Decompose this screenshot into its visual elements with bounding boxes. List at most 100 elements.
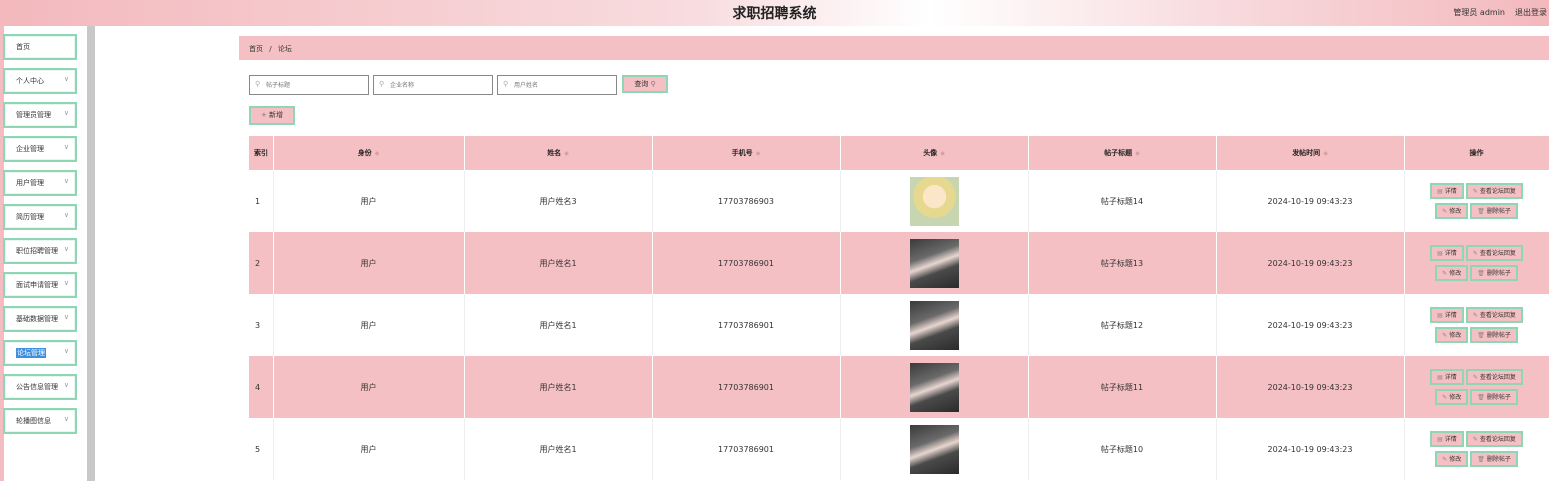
avatar[interactable] xyxy=(909,362,959,412)
detail-button[interactable]: ▤ 详情 xyxy=(1430,431,1464,447)
cell-title: 帖子标题14 xyxy=(1028,170,1217,232)
cell-time: 2024-10-19 09:43:23 xyxy=(1216,294,1405,356)
view-replies-button[interactable]: ✎ 查看论坛回复 xyxy=(1465,183,1523,199)
chevron-down-icon: ∨ xyxy=(63,211,69,219)
title-search-input[interactable] xyxy=(264,78,358,93)
edit-button[interactable]: ✎ 修改 xyxy=(1435,265,1469,281)
chevron-down-icon: ∨ xyxy=(63,245,69,253)
edit-button[interactable]: ✎ 修改 xyxy=(1435,327,1469,343)
cell-phone: 17703786903 xyxy=(652,170,841,232)
sidebar-item[interactable]: 用户管理 ∨ xyxy=(3,170,77,196)
column-header-role[interactable]: 身份 ◆ xyxy=(273,136,465,170)
detail-button[interactable]: ▤ 详情 xyxy=(1430,307,1464,323)
column-header-time[interactable]: 发帖时间 ◆ xyxy=(1216,136,1405,170)
sidebar-item[interactable]: 企业管理 ∨ xyxy=(3,136,77,162)
plus-icon: + xyxy=(260,111,267,119)
edit-button[interactable]: ✎ 修改 xyxy=(1435,203,1469,219)
breadcrumb-home[interactable]: 首页 xyxy=(249,45,263,53)
view-replies-button[interactable]: ✎ 查看论坛回复 xyxy=(1465,369,1523,385)
sort-icon: ◆ xyxy=(564,150,569,157)
cell-name: 用户姓名1 xyxy=(464,418,653,480)
column-header-phone[interactable]: 手机号 ◆ xyxy=(652,136,841,170)
pencil-icon: ✎ xyxy=(1442,394,1448,401)
delete-button[interactable]: 🗑 删除帖子 xyxy=(1470,389,1518,405)
chevron-down-icon: ∨ xyxy=(63,381,69,389)
sidebar-item[interactable]: 职位招聘管理 ∨ xyxy=(3,238,77,264)
detail-label: 详情 xyxy=(1444,250,1457,257)
sidebar-item-label: 管理员管理 xyxy=(16,111,51,119)
sort-icon: ◆ xyxy=(374,150,380,157)
logout-link[interactable]: 退出登录 xyxy=(1515,7,1547,18)
avatar[interactable] xyxy=(909,424,959,474)
company-search-input[interactable] xyxy=(388,78,482,93)
delete-button[interactable]: 🗑 删除帖子 xyxy=(1470,265,1518,281)
company-search-field[interactable]: ⚲ xyxy=(373,75,493,95)
cell-avatar xyxy=(840,232,1029,294)
avatar[interactable] xyxy=(909,300,959,350)
table-row: 5 用户 用户姓名1 17703786901 帖子标题10 2024-10-19 09:4… xyxy=(249,418,1549,480)
edit-button[interactable]: ✎ 修改 xyxy=(1435,389,1469,405)
sidebar-item[interactable]: 公告信息管理 ∨ xyxy=(3,374,77,400)
column-header-name[interactable]: 姓名 ◆ xyxy=(464,136,653,170)
title-search-field[interactable]: ⚲ xyxy=(249,75,369,95)
sidebar-item-label: 基础数据管理 xyxy=(16,315,58,323)
user-search-field[interactable]: ⚲ xyxy=(497,75,617,95)
document-icon: ▤ xyxy=(1437,374,1443,381)
sidebar-item-label: 轮播图信息 xyxy=(16,417,51,425)
sidebar-item-label: 简历管理 xyxy=(16,213,44,221)
breadcrumb: 首页 / 论坛 xyxy=(249,44,292,54)
view-replies-label: 查看论坛回复 xyxy=(1479,250,1516,257)
user-search-input[interactable] xyxy=(512,78,606,93)
sidebar-item-label: 面试申请管理 xyxy=(16,281,58,289)
detail-button[interactable]: ▤ 详情 xyxy=(1430,369,1464,385)
cell-actions: ▤ 详情 ✎ 查看论坛回复✎ 修改 🗑 删除帖子 xyxy=(1404,418,1549,480)
avatar[interactable] xyxy=(909,176,959,226)
column-header-index[interactable]: 索引 xyxy=(249,136,274,170)
table-row: 1 用户 用户姓名3 17703786903 帖子标题14 2024-10-19 09:4… xyxy=(249,170,1549,232)
chevron-down-icon: ∨ xyxy=(63,415,69,423)
cell-time: 2024-10-19 09:43:23 xyxy=(1216,356,1405,418)
query-button[interactable]: 查询 ⚲ xyxy=(622,75,668,93)
sort-icon: ◆ xyxy=(940,150,945,157)
cell-role: 用户 xyxy=(273,356,465,418)
view-replies-button[interactable]: ✎ 查看论坛回复 xyxy=(1465,431,1523,447)
detail-label: 详情 xyxy=(1444,312,1457,319)
edit-button[interactable]: ✎ 修改 xyxy=(1435,451,1469,467)
detail-button[interactable]: ▤ 详情 xyxy=(1430,183,1464,199)
sidebar: 首页 个人中心 ∨ 管理员管理 ∨ 企业管理 ∨ 用户管理 ∨ 简历管理 ∨ 职位招聘管理 ∨ 面试申请管… xyxy=(0,26,96,481)
edit-label: 修改 xyxy=(1449,332,1462,339)
sidebar-item[interactable]: 轮播图信息 ∨ xyxy=(3,408,77,434)
avatar[interactable] xyxy=(909,238,959,288)
search-icon: ⚲ xyxy=(255,80,261,88)
delete-button[interactable]: 🗑 删除帖子 xyxy=(1470,451,1518,467)
sidebar-item[interactable]: 管理员管理 ∨ xyxy=(3,102,77,128)
view-replies-button[interactable]: ✎ 查看论坛回复 xyxy=(1465,307,1523,323)
column-header-title[interactable]: 帖子标题 ◆ xyxy=(1028,136,1217,170)
search-icon: ⚲ xyxy=(650,80,656,88)
view-replies-label: 查看论坛回复 xyxy=(1479,312,1516,319)
sidebar-scrollbar[interactable] xyxy=(87,26,95,481)
delete-button[interactable]: 🗑 删除帖子 xyxy=(1470,327,1518,343)
sidebar-item-label: 企业管理 xyxy=(16,145,44,153)
sidebar-item[interactable]: 简历管理 ∨ xyxy=(3,204,77,230)
detail-button[interactable]: ▤ 详情 xyxy=(1430,245,1464,261)
cell-avatar xyxy=(840,170,1029,232)
cell-avatar xyxy=(840,418,1029,480)
document-icon: ▤ xyxy=(1437,312,1443,319)
sidebar-item[interactable]: 论坛管理 ∨ xyxy=(3,340,77,366)
view-replies-button[interactable]: ✎ 查看论坛回复 xyxy=(1465,245,1523,261)
cell-role: 用户 xyxy=(273,170,465,232)
edit-label: 修改 xyxy=(1449,394,1462,401)
add-button[interactable]: + 新增 xyxy=(249,106,295,125)
sidebar-item[interactable]: 首页 xyxy=(3,34,77,60)
pencil-icon: ✎ xyxy=(1442,456,1448,463)
delete-button[interactable]: 🗑 删除帖子 xyxy=(1470,203,1518,219)
sort-icon: ◆ xyxy=(1323,150,1328,157)
cell-time: 2024-10-19 09:43:23 xyxy=(1216,232,1405,294)
view-replies-label: 查看论坛回复 xyxy=(1479,436,1516,443)
sidebar-item[interactable]: 面试申请管理 ∨ xyxy=(3,272,77,298)
column-header-avatar[interactable]: 头像 ◆ xyxy=(840,136,1029,170)
sidebar-item[interactable]: 基础数据管理 ∨ xyxy=(3,306,77,332)
search-icon: ⚲ xyxy=(379,80,385,88)
sidebar-item[interactable]: 个人中心 ∨ xyxy=(3,68,77,94)
